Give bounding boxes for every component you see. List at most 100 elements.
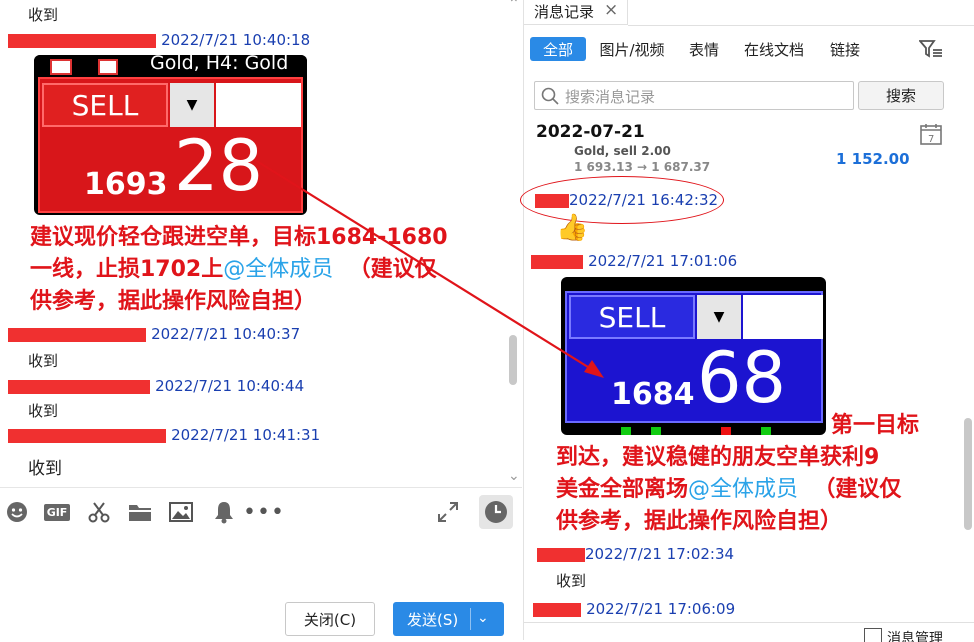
filter-tab-media[interactable]: 图片/视频 xyxy=(596,37,668,61)
redacted-sender xyxy=(8,428,166,443)
note-line: 到达，建议稳健的朋友空单获利9 xyxy=(556,445,880,470)
message-text: 收到 xyxy=(28,6,59,24)
message-time: 2022/7/21 10:40:37 xyxy=(151,325,301,343)
image-icon[interactable] xyxy=(168,499,194,525)
message-meta: 2022/7/21 17:02:34 xyxy=(537,544,734,563)
candle-bar xyxy=(761,427,771,435)
trade-note: 建议现价轻仓跟进空单，目标1684-1680 一线，止损1702上@全体成员 （… xyxy=(30,222,510,318)
mention-all[interactable]: @全体成员 xyxy=(688,477,798,502)
mention-all[interactable]: @全体成员 xyxy=(223,257,333,282)
redacted-sender xyxy=(8,33,156,48)
note-line: 供参考，据此操作风险自担） xyxy=(556,509,843,534)
search-button[interactable]: 搜索 xyxy=(858,81,944,110)
trade-note: 到达，建议稳健的朋友空单获利9 美金全部离场@全体成员 （建议仅 供参考，据此操… xyxy=(556,442,974,538)
more-icon[interactable]: ••• xyxy=(243,499,284,525)
note-line: 美金全部离场@全体成员 （建议仅 xyxy=(556,474,974,506)
scissors-icon[interactable] xyxy=(86,499,112,525)
message-text: 收到 xyxy=(556,572,587,590)
history-pane: 消息记录 × 全部 图片/视频 表情 在线文档 链接 搜索消息记录 搜索 202… xyxy=(520,0,974,642)
message-time: 2022/7/21 16:42:32 xyxy=(569,191,719,209)
message-text: 收到 xyxy=(28,352,59,370)
trade-card-cropped[interactable]: Gold, sell 2.00 1 693.13 → 1 687.37 1 15… xyxy=(562,144,912,178)
scroll-down-icon[interactable]: ⌄ xyxy=(508,468,520,484)
price-small: 1693 xyxy=(84,167,168,202)
search-icon xyxy=(541,87,559,105)
message-meta: 2022/7/21 10:40:18 xyxy=(8,30,310,49)
message-time: 2022/7/21 17:01:06 xyxy=(588,252,738,270)
date-heading: 2022-07-21 xyxy=(536,122,645,142)
chart-header: Gold, H4: Gold xyxy=(34,55,307,77)
thumbs-up-icon: 👍 xyxy=(556,213,589,243)
trade-screenshot-image[interactable]: Gold, H4: Gold SELL ▼ 1693 28 xyxy=(34,55,307,215)
note-line: 供参考，据此操作风险自担） xyxy=(30,289,317,314)
redacted-sender xyxy=(537,547,585,562)
redacted-sender xyxy=(531,254,583,269)
scrollbar-thumb[interactable] xyxy=(964,418,972,530)
card-amount: 1 152.00 xyxy=(836,150,910,168)
filter-icon[interactable] xyxy=(918,39,943,63)
send-button[interactable]: 发送(S) ⌄ xyxy=(393,602,504,636)
candle-bar xyxy=(621,427,631,435)
close-button[interactable]: 关闭(C) xyxy=(285,602,375,636)
message-time: 2022/7/21 10:40:44 xyxy=(155,377,305,395)
tab-label: 消息记录 xyxy=(534,3,595,21)
footer-divider xyxy=(524,622,974,623)
message-meta: 2022/7/21 17:01:06 xyxy=(531,251,737,270)
calendar-icon[interactable]: 7 xyxy=(920,123,942,149)
card-line: 1 693.13 → 1 687.37 xyxy=(574,160,711,174)
close-icon[interactable]: × xyxy=(604,0,618,20)
search-placeholder: 搜索消息记录 xyxy=(565,88,656,106)
chevron-down-icon: ▼ xyxy=(170,83,214,127)
redacted-sender xyxy=(8,327,146,342)
chart-title: Gold, H4: Gold xyxy=(150,55,289,74)
candle-bar xyxy=(721,427,731,435)
note-text: 美金全部离场 xyxy=(556,477,689,502)
message-meta: 2022/7/21 16:42:32 xyxy=(535,190,718,209)
filter-tab-links[interactable]: 链接 xyxy=(826,37,864,61)
folder-icon[interactable] xyxy=(127,499,153,525)
message-time: 2022/7/21 10:41:31 xyxy=(171,426,321,444)
bell-icon[interactable] xyxy=(211,499,237,525)
window-icon xyxy=(50,59,72,75)
input-box xyxy=(743,295,823,339)
input-box xyxy=(216,83,301,127)
gif-label: GIF xyxy=(43,503,71,521)
price-big: 68 xyxy=(697,337,787,419)
scrollbar-thumb[interactable] xyxy=(509,335,517,385)
message-meta: 2022/7/21 17:06:09 xyxy=(533,599,735,618)
sell-panel: SELL ▼ 1693 28 xyxy=(38,77,303,213)
message-meta: 2022/7/21 10:40:37 xyxy=(8,324,300,343)
expand-icon[interactable] xyxy=(435,499,461,525)
redacted-sender xyxy=(533,602,581,617)
note-text: 一线，止损1702上 xyxy=(30,257,224,282)
message-time: 2022/7/21 17:06:09 xyxy=(586,600,736,618)
tab-message-history[interactable]: 消息记录 × xyxy=(524,0,628,25)
chevron-down-icon[interactable]: ⌄ xyxy=(477,610,489,626)
search-input[interactable]: 搜索消息记录 xyxy=(534,81,854,110)
gif-icon[interactable]: GIF xyxy=(43,499,71,525)
note-line: 一线，止损1702上@全体成员 （建议仅 xyxy=(30,254,510,286)
scroll-up-icon[interactable]: ⌃ xyxy=(508,0,520,12)
sell-panel: SELL ▼ 1684 68 xyxy=(565,291,823,423)
filter-tab-all[interactable]: 全部 xyxy=(530,37,586,61)
trade-screenshot-image[interactable]: SELL ▼ 1684 68 xyxy=(561,277,826,435)
message-meta: 2022/7/21 10:41:31 xyxy=(8,425,320,444)
message-text: 收到 xyxy=(28,459,62,479)
note-line: 第一目标 xyxy=(831,413,920,438)
tab-divider xyxy=(628,25,974,26)
price-small: 1684 xyxy=(611,377,695,412)
sell-label: SELL xyxy=(569,295,695,339)
message-time: 2022/7/21 10:40:18 xyxy=(161,31,311,49)
note-text: （建议仅 xyxy=(813,477,902,502)
filter-tab-docs[interactable]: 在线文档 xyxy=(741,37,807,61)
window-icon xyxy=(98,59,118,75)
note-text: （建议仅 xyxy=(348,257,437,282)
emoji-icon[interactable] xyxy=(4,499,30,525)
filter-tab-emoji[interactable]: 表情 xyxy=(684,37,724,61)
history-icon[interactable] xyxy=(479,495,513,529)
message-time: 2022/7/21 17:02:34 xyxy=(585,545,735,563)
sell-label: SELL xyxy=(42,83,168,127)
price-big: 28 xyxy=(174,125,264,207)
svg-text:7: 7 xyxy=(928,134,934,145)
input-divider xyxy=(0,487,522,488)
